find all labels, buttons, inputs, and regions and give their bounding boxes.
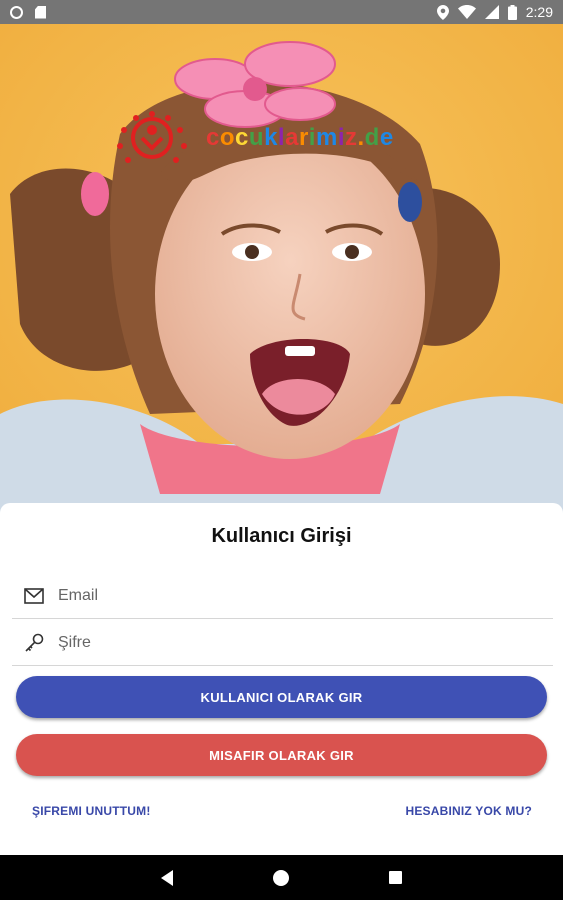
status-right-icons: 2:29 bbox=[436, 4, 553, 20]
family-emblem-icon bbox=[117, 111, 187, 163]
status-left-icons bbox=[10, 5, 46, 19]
login-title: Kullanıcı Girişi bbox=[211, 525, 352, 547]
password-field[interactable] bbox=[12, 620, 553, 666]
notification-circle-icon bbox=[10, 5, 23, 19]
sd-card-icon bbox=[35, 5, 46, 19]
wifi-icon bbox=[457, 5, 476, 19]
home-icon[interactable] bbox=[273, 869, 289, 886]
status-bar: 2:29 bbox=[0, 0, 563, 24]
battery-icon bbox=[507, 4, 517, 20]
system-nav-bar bbox=[0, 855, 563, 900]
girl-photo-illustration bbox=[0, 24, 563, 524]
login-as-guest-button[interactable]: MISAFIR OLARAK GIR bbox=[16, 734, 547, 776]
back-icon[interactable] bbox=[161, 869, 173, 886]
email-input[interactable] bbox=[58, 586, 518, 605]
recents-icon[interactable] bbox=[389, 871, 402, 884]
location-icon bbox=[436, 4, 449, 20]
login-card: Kullanıcı Girişi KULLANICI OLARAK GIR MI… bbox=[0, 503, 563, 855]
envelope-icon bbox=[22, 584, 46, 608]
status-time: 2:29 bbox=[525, 4, 553, 20]
brand-logo: cocuklarimiz.de bbox=[108, 108, 394, 168]
password-input[interactable] bbox=[58, 633, 518, 652]
no-account-link[interactable]: HESABINIZ YOK MU? bbox=[405, 804, 532, 818]
key-icon bbox=[22, 631, 46, 655]
forgot-password-link[interactable]: ŞIFREMI UNUTTUM! bbox=[32, 804, 151, 818]
signal-icon bbox=[484, 5, 499, 19]
email-field[interactable] bbox=[12, 573, 553, 619]
login-as-user-button[interactable]: KULLANICI OLARAK GIR bbox=[16, 676, 547, 718]
hero-image: cocuklarimiz.de bbox=[0, 24, 563, 524]
brand-logo-text: cocuklarimiz.de bbox=[206, 124, 394, 151]
